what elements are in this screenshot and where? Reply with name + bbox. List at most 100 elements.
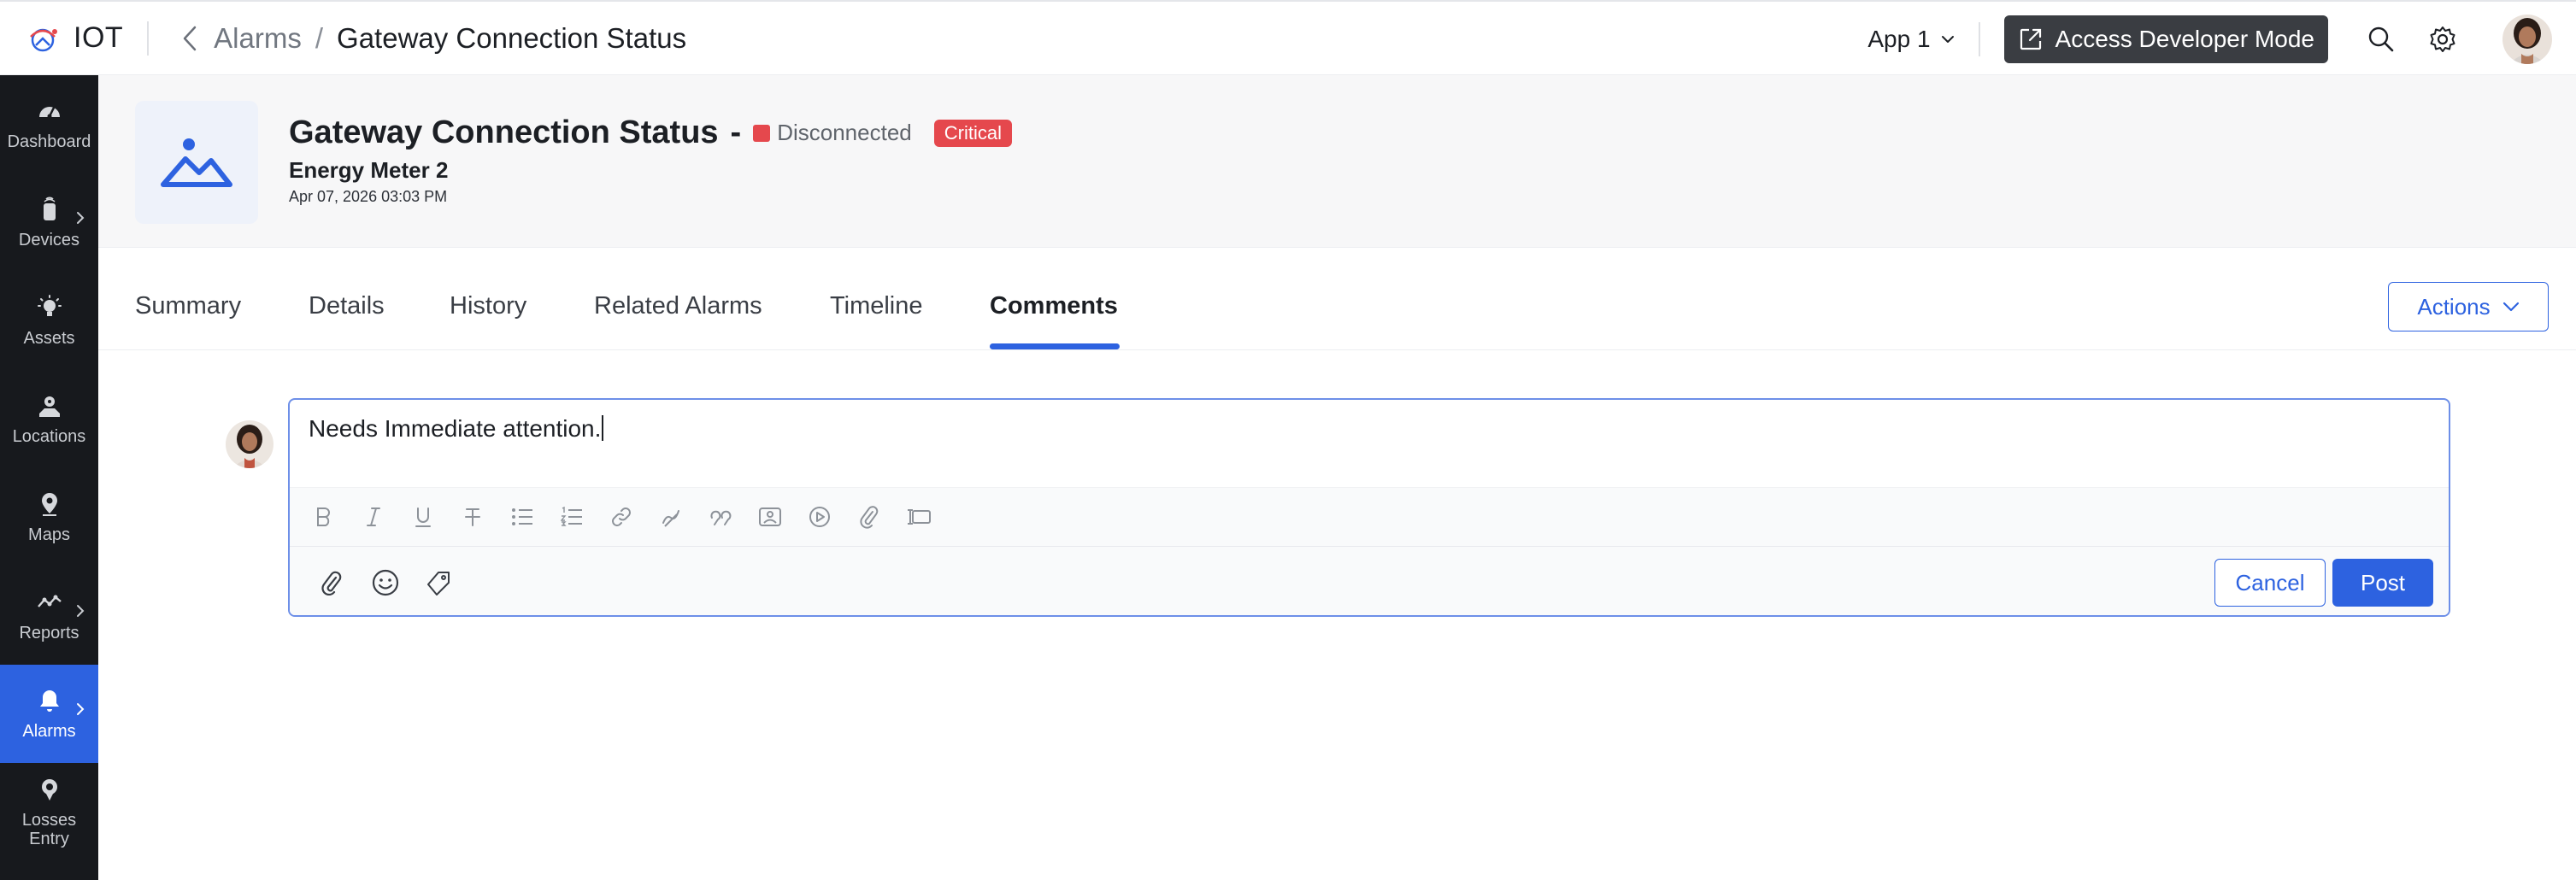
post-button[interactable]: Post [2332, 559, 2433, 607]
sidebar-item-maps[interactable]: Maps [0, 468, 98, 566]
search-button[interactable] [2362, 21, 2400, 58]
settings-button[interactable] [2424, 21, 2461, 58]
attach-file-button[interactable] [315, 566, 350, 600]
alarm-thumbnail [135, 101, 258, 224]
emoji-icon [372, 569, 399, 596]
user-avatar[interactable] [2502, 15, 2552, 64]
location-icon [38, 396, 60, 417]
insert-video-button[interactable] [804, 502, 835, 532]
commenter-avatar [226, 420, 273, 468]
dashboard-icon [38, 106, 60, 118]
sidebar-item-dashboard[interactable]: Dashboard [0, 75, 98, 173]
bell-icon [39, 689, 59, 712]
paperclip-icon [860, 506, 879, 529]
actions-button[interactable]: Actions [2388, 282, 2549, 331]
app-selector-label: App 1 [1867, 26, 1931, 52]
insert-field-button[interactable] [903, 502, 934, 532]
top-right-controls: App 1 Access Developer Mode [1867, 2, 2576, 77]
tab-related-alarms[interactable]: Related Alarms [594, 292, 762, 320]
brand[interactable]: IOT [24, 2, 123, 74]
tab-bar: Summary Details History Related Alarms T… [98, 248, 2576, 350]
clear-format-button[interactable] [656, 502, 686, 532]
strikethrough-button[interactable] [457, 502, 488, 532]
editor-footer: Cancel Post [290, 547, 2449, 615]
iot-logo-icon [30, 28, 57, 51]
chevron-right-icon [77, 605, 85, 617]
comment-input[interactable]: Needs Immediate attention. [309, 415, 604, 443]
link-icon [612, 507, 631, 526]
link-button[interactable] [606, 502, 637, 532]
underline-button[interactable] [408, 502, 438, 532]
device-name[interactable]: Energy Meter 2 [289, 157, 448, 184]
actions-label: Actions [2417, 293, 2491, 320]
dev-mode-label: Access Developer Mode [2055, 26, 2314, 52]
paperclip-icon [321, 571, 342, 595]
active-tab-indicator [990, 343, 1120, 349]
video-icon [809, 507, 830, 527]
breadcrumb-separator: / [315, 21, 324, 54]
insert-image-button[interactable] [755, 502, 785, 532]
chevron-down-icon [1941, 36, 1954, 43]
sidebar-item-label: Dashboard [7, 132, 91, 151]
title-dash: - [730, 114, 742, 150]
bold-icon [317, 507, 330, 526]
access-developer-mode-button[interactable]: Access Developer Mode [2003, 15, 2328, 63]
quote-icon [710, 510, 732, 525]
tab-summary[interactable]: Summary [135, 292, 241, 320]
italic-icon [367, 507, 380, 526]
sidebar-item-label: Maps [28, 525, 70, 544]
sidebar-item-label: Devices [18, 230, 80, 249]
divider [147, 21, 150, 56]
sidebar-item-alarms[interactable]: Alarms [0, 665, 98, 763]
gear-icon [2430, 26, 2455, 52]
chevron-right-icon [77, 703, 85, 715]
tag-button[interactable] [421, 566, 456, 600]
quote-button[interactable] [705, 502, 736, 532]
chevron-down-icon [2502, 302, 2519, 312]
map-pin-icon [41, 492, 57, 516]
tab-timeline[interactable]: Timeline [830, 292, 923, 320]
bulb-icon [37, 294, 62, 316]
sidebar-item-label: Assets [23, 328, 75, 348]
breadcrumb-alarms-link[interactable]: Alarms [214, 22, 302, 55]
sidebar-item-reports[interactable]: Reports [0, 566, 98, 665]
tab-details[interactable]: Details [309, 292, 385, 320]
tab-comments[interactable]: Comments [990, 292, 1118, 320]
trend-icon [37, 595, 62, 607]
italic-button[interactable] [358, 502, 389, 532]
alarm-timestamp: Apr 07, 2026 03:03 PM [289, 188, 448, 205]
bold-button[interactable] [309, 502, 339, 532]
image-icon [759, 507, 781, 526]
chevron-left-icon [183, 26, 197, 50]
cancel-button[interactable]: Cancel [2214, 559, 2326, 607]
numbered-list-button[interactable] [556, 502, 587, 532]
attach-link-button[interactable] [854, 502, 885, 532]
bullet-list-button[interactable] [507, 502, 538, 532]
sidebar-item-locations[interactable]: Locations [0, 370, 98, 468]
back-button[interactable] [176, 21, 203, 56]
image-placeholder-icon [161, 138, 232, 187]
comment-editor[interactable]: Needs Immediate attention. Cancel Post [288, 398, 2450, 617]
tab-history[interactable]: History [450, 292, 526, 320]
breadcrumb: Alarms / Gateway Connection Status [214, 22, 686, 55]
user-photo-icon [226, 420, 273, 468]
top-bar: IOT Alarms / Gateway Connection Status A… [0, 0, 2576, 75]
severity-badge: Critical [933, 119, 1012, 147]
user-photo-icon [2502, 15, 2552, 64]
text-field-icon [908, 509, 931, 525]
status-indicator-icon [753, 124, 771, 142]
bullet-list-icon [512, 508, 532, 525]
sidebar-item-assets[interactable]: Assets [0, 272, 98, 370]
alarm-title-row: Gateway Connection Status - Disconnected… [289, 114, 1012, 151]
sidebar-item-losses-entry[interactable]: Losses Entry [0, 763, 98, 861]
breadcrumb-current: Gateway Connection Status [337, 21, 687, 54]
device-icon [43, 197, 56, 220]
underline-icon [415, 507, 431, 527]
emoji-button[interactable] [368, 566, 403, 600]
app-selector[interactable]: App 1 [1867, 26, 1954, 53]
losses-icon [41, 778, 57, 801]
alarm-status: Disconnected [777, 120, 912, 145]
search-icon [2368, 26, 2394, 52]
sidebar-item-devices[interactable]: Devices [0, 173, 98, 272]
strikethrough-icon [465, 508, 480, 526]
